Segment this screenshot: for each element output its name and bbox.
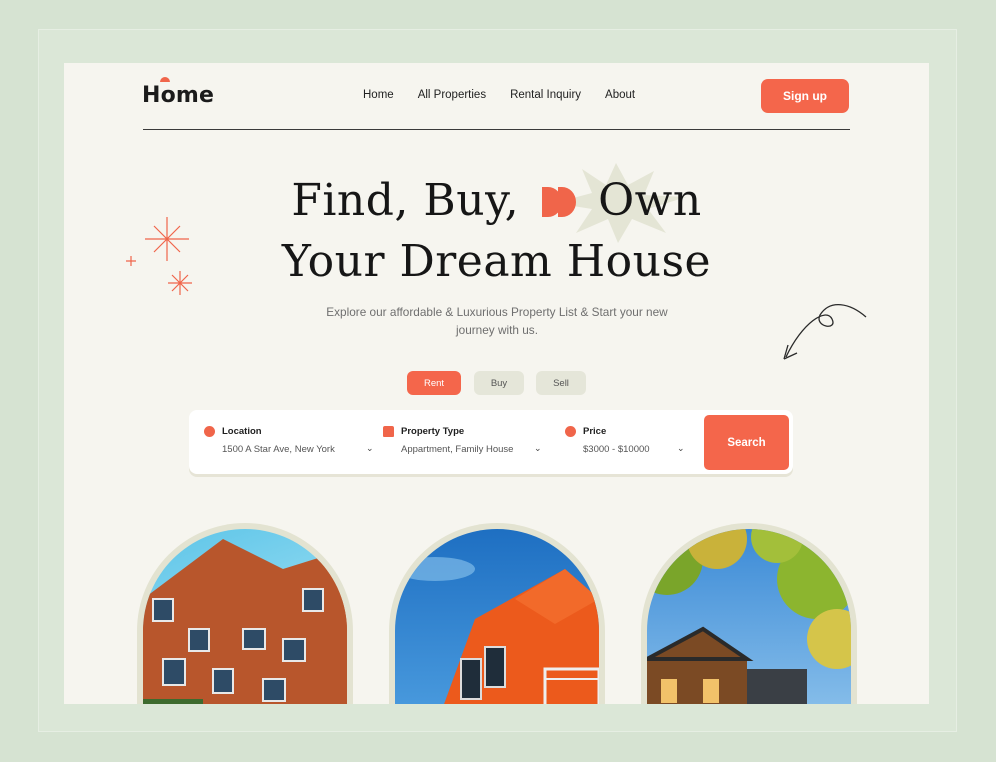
nav-about[interactable]: About bbox=[605, 89, 635, 101]
chevron-down-icon[interactable]: ⌄ bbox=[534, 443, 542, 454]
price-label: Price bbox=[583, 426, 607, 437]
hero-subtitle: Explore our affordable & Luxurious Prope… bbox=[326, 305, 668, 337]
property-image-1[interactable] bbox=[137, 523, 353, 704]
signup-button[interactable]: Sign up bbox=[761, 79, 849, 113]
tab-sell[interactable]: Sell bbox=[536, 371, 586, 395]
chevron-down-icon[interactable]: ⌄ bbox=[366, 443, 374, 454]
property-type-value[interactable]: Appartment, Family House bbox=[401, 444, 513, 455]
tab-buy[interactable]: Buy bbox=[474, 371, 524, 395]
chevron-down-icon[interactable]: ⌄ bbox=[677, 443, 685, 454]
search-button[interactable]: Search bbox=[704, 415, 789, 470]
pin-icon bbox=[204, 426, 215, 437]
tab-rent[interactable]: Rent bbox=[407, 371, 461, 395]
orange-building-image bbox=[395, 557, 599, 704]
main-nav: Home All Properties Rental Inquiry About bbox=[363, 89, 635, 101]
play-forward-icon bbox=[541, 187, 576, 217]
nav-rental-inquiry[interactable]: Rental Inquiry bbox=[510, 89, 581, 101]
price-value[interactable]: $3000 - $10000 bbox=[583, 444, 650, 455]
property-image-3[interactable] bbox=[641, 523, 857, 704]
modern-house-image bbox=[647, 529, 851, 704]
property-image-2[interactable] bbox=[389, 523, 605, 704]
hero-text-find-buy: Find, Buy, bbox=[291, 175, 520, 226]
nav-all-properties[interactable]: All Properties bbox=[418, 89, 486, 101]
house-icon bbox=[383, 426, 394, 437]
logo-accent bbox=[160, 77, 170, 82]
curly-arrow-icon bbox=[783, 304, 867, 360]
hero-text-own: Own bbox=[598, 175, 702, 226]
search-card: Location 1500 A Star Ave, New York ⌄ Pro… bbox=[189, 410, 793, 474]
hero-line-1: Find, Buy, Own bbox=[64, 175, 929, 226]
logo[interactable]: Home bbox=[142, 83, 214, 108]
dollar-icon bbox=[565, 426, 576, 437]
location-label: Location bbox=[222, 426, 262, 437]
brick-building-image bbox=[143, 539, 347, 704]
location-value[interactable]: 1500 A Star Ave, New York bbox=[222, 444, 335, 455]
property-type-label: Property Type bbox=[401, 426, 465, 437]
landing-page: Home Home All Properties Rental Inquiry … bbox=[64, 63, 929, 704]
hero-line-2: Your Dream House bbox=[281, 236, 712, 287]
nav-divider bbox=[143, 129, 850, 130]
nav-home[interactable]: Home bbox=[363, 89, 394, 101]
